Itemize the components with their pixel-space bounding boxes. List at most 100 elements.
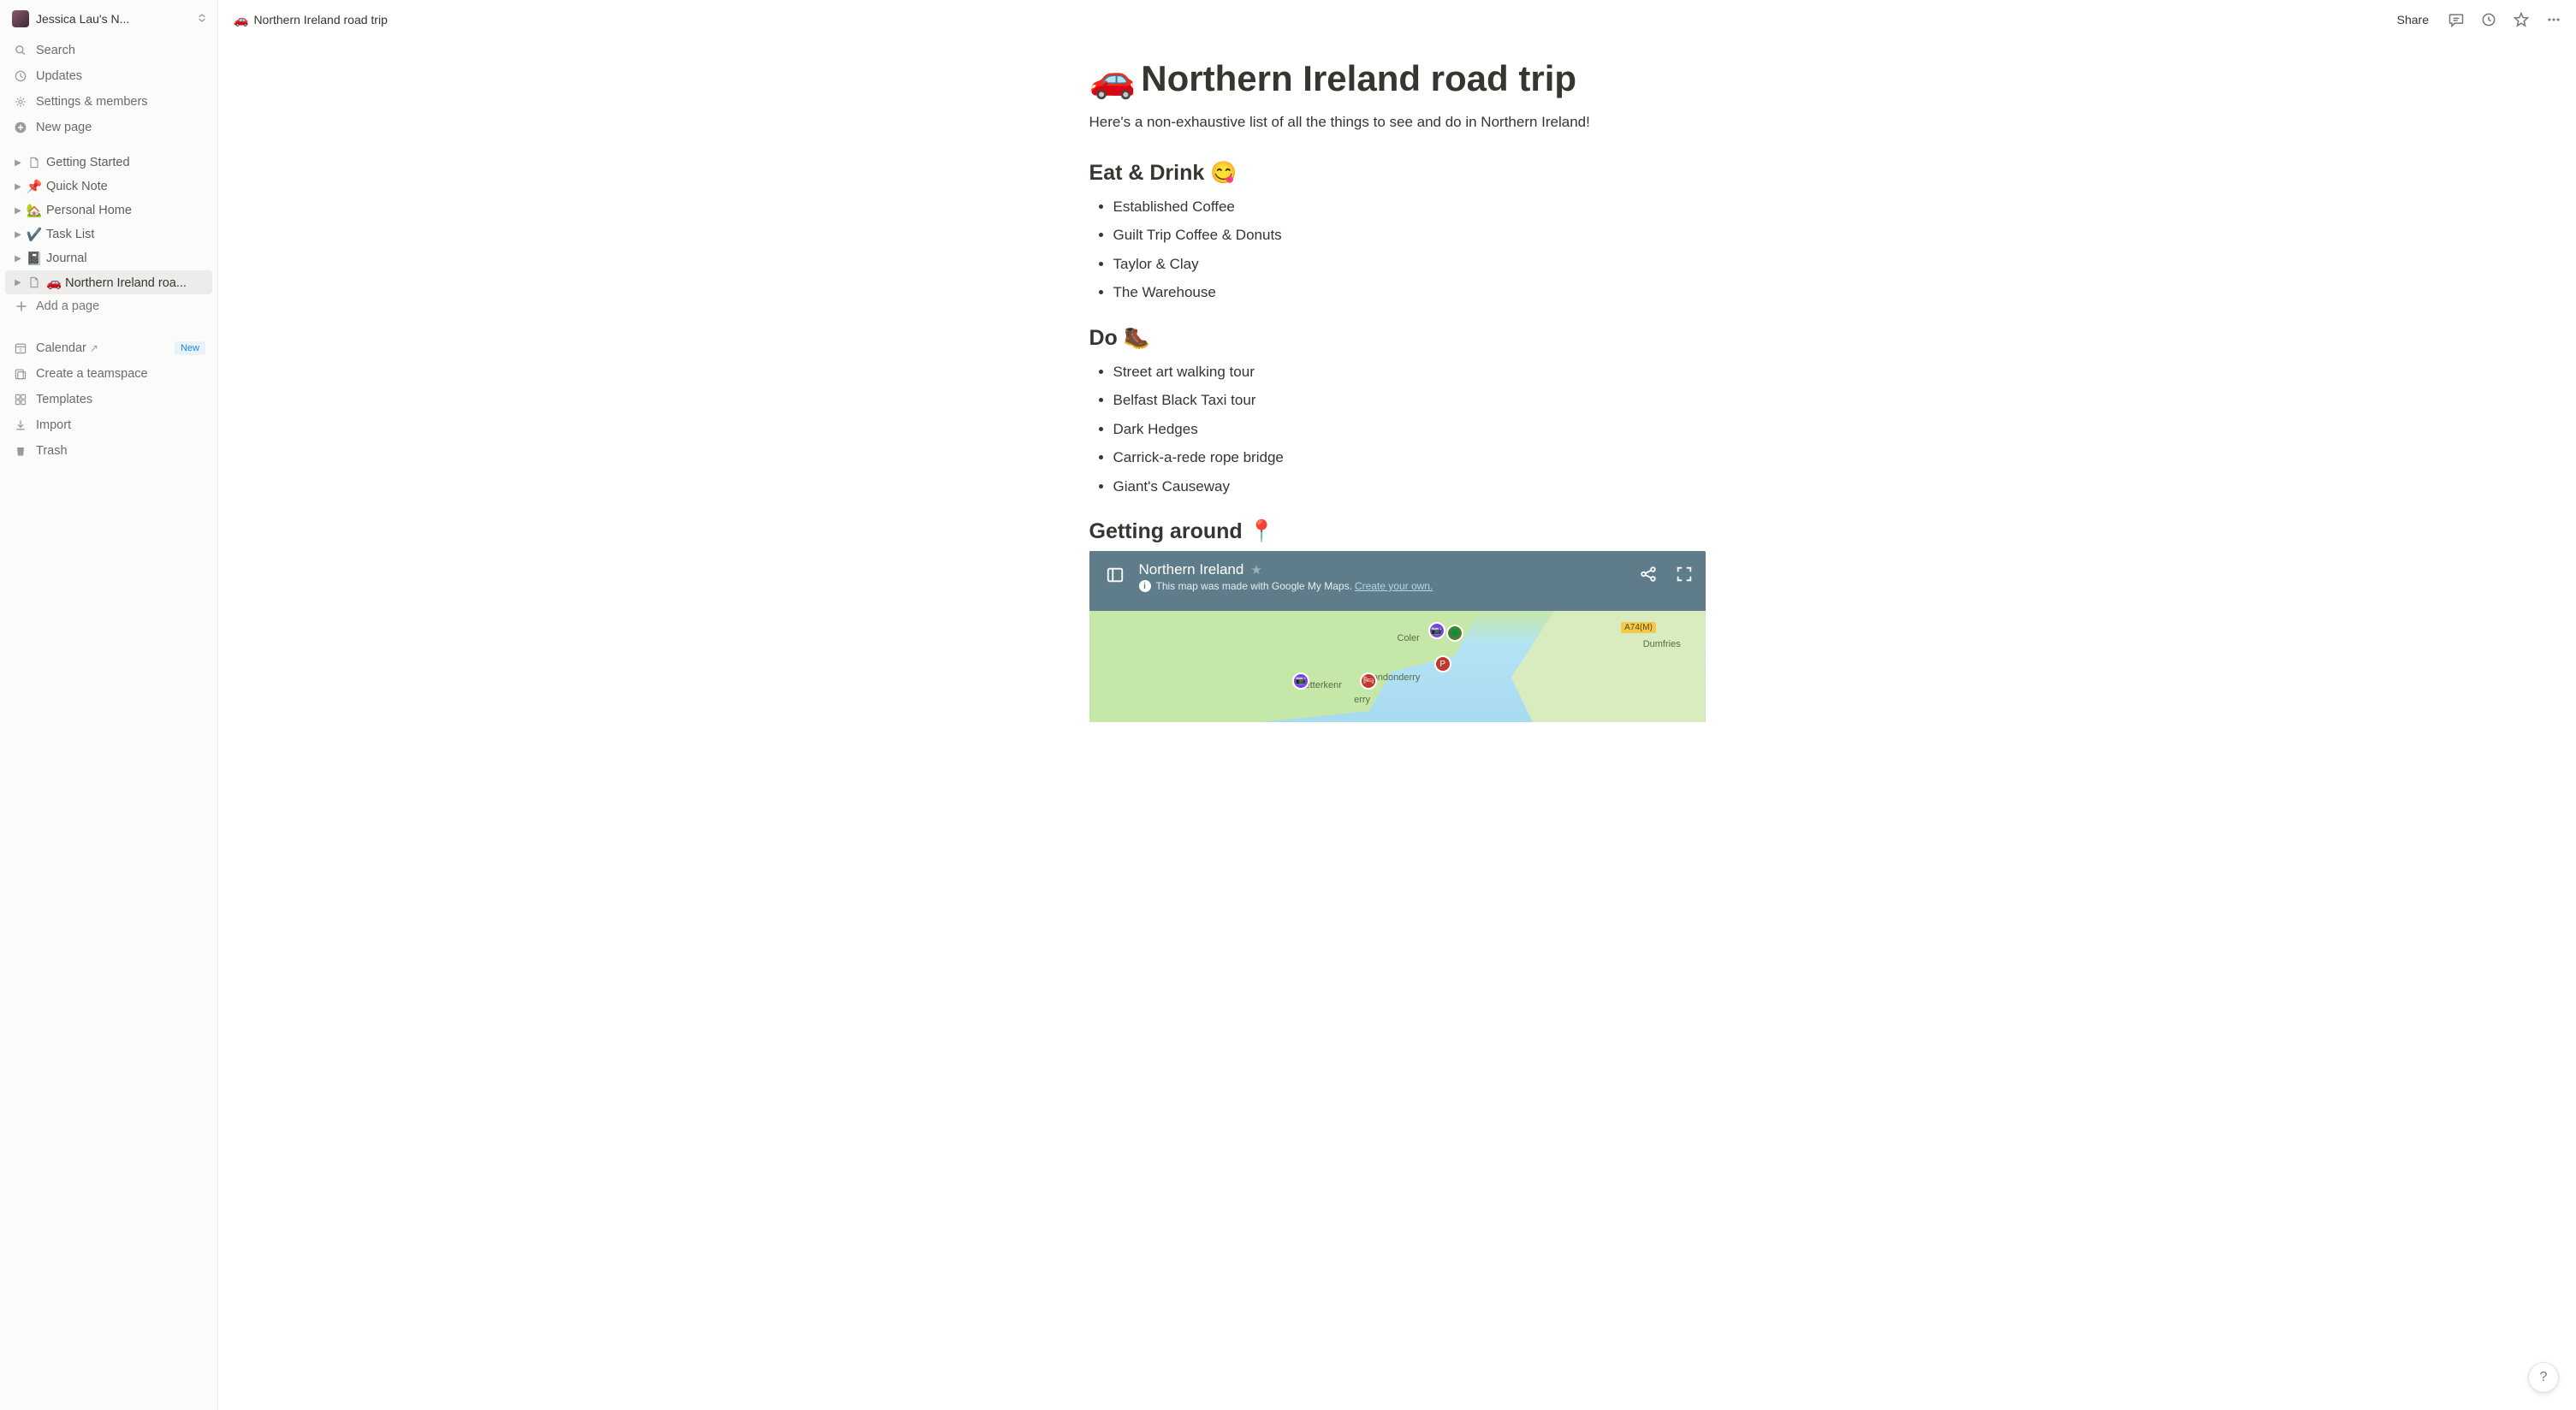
chevron-right-icon[interactable]: ▶ xyxy=(10,227,26,242)
teamspace-icon xyxy=(12,365,29,382)
list-item[interactable]: Street art walking tour xyxy=(1113,358,1706,387)
history-icon[interactable] xyxy=(2478,9,2499,30)
svg-text:5: 5 xyxy=(19,348,21,353)
import-icon xyxy=(12,417,29,434)
search-label: Search xyxy=(36,44,205,57)
map-road-label: A74(M) xyxy=(1621,622,1656,633)
document-icon xyxy=(26,154,43,171)
plus-icon xyxy=(14,299,29,314)
chevron-right-icon[interactable]: ▶ xyxy=(10,155,26,170)
section-heading-eat[interactable]: Eat & Drink 😋 xyxy=(1089,161,1706,186)
map-label: Dumfries xyxy=(1643,639,1681,649)
sidebar-page-quick-note[interactable]: ▶ 📌 Quick Note xyxy=(5,175,212,198)
add-page-button[interactable]: Add a page xyxy=(5,294,212,318)
calendar-button[interactable]: 5 Calendar↗ New xyxy=(5,335,212,361)
map-pin-parking-icon[interactable]: P xyxy=(1434,655,1451,672)
house-emoji-icon: 🏡 xyxy=(26,202,43,219)
star-icon[interactable] xyxy=(2511,9,2531,30)
switcher-icon xyxy=(197,13,207,26)
sidebar: Jessica Lau's N... Search Updates xyxy=(0,0,218,1410)
teamspace-label: Create a teamspace xyxy=(36,367,205,381)
share-button[interactable]: Share xyxy=(2392,9,2434,30)
list-item[interactable]: Guilt Trip Coffee & Donuts xyxy=(1113,221,1706,250)
map-fullscreen-icon[interactable] xyxy=(1675,565,1694,584)
workspace-switcher[interactable]: Jessica Lau's N... xyxy=(0,7,217,36)
page-subtitle[interactable]: Here's a non-exhaustive list of all the … xyxy=(1089,111,1706,133)
map-pin-camera-icon[interactable]: 📷 xyxy=(1292,672,1309,690)
chevron-right-icon[interactable]: ▶ xyxy=(10,275,26,290)
map-title: Northern Ireland ★ xyxy=(1139,561,1639,578)
notebook-emoji-icon: 📓 xyxy=(26,250,43,267)
import-button[interactable]: Import xyxy=(5,412,212,438)
pages-list: ▶ Getting Started ▶ 📌 Quick Note ▶ 🏡 Per… xyxy=(0,142,217,320)
chevron-right-icon[interactable]: ▶ xyxy=(10,251,26,266)
more-icon[interactable] xyxy=(2543,9,2564,30)
map-pin-lodging-icon[interactable]: 🛏 xyxy=(1360,672,1377,690)
clock-icon xyxy=(12,68,29,85)
calendar-icon: 5 xyxy=(12,340,29,357)
search-icon xyxy=(12,42,29,59)
map-create-link[interactable]: Create your own. xyxy=(1355,580,1433,592)
list-item[interactable]: Taylor & Clay xyxy=(1113,250,1706,279)
sidebar-page-journal[interactable]: ▶ 📓 Journal xyxy=(5,246,212,270)
list-item[interactable]: Giant's Causeway xyxy=(1113,472,1706,501)
sidebar-page-task-list[interactable]: ▶ ✔️ Task List xyxy=(5,222,212,246)
import-label: Import xyxy=(36,418,205,432)
new-badge: New xyxy=(175,341,205,355)
page-title[interactable]: 🚗 Northern Ireland road trip xyxy=(1089,56,1706,101)
arrow-ne-icon: ↗ xyxy=(90,342,98,354)
updates-label: Updates xyxy=(36,69,205,83)
sidebar-page-personal-home[interactable]: ▶ 🏡 Personal Home xyxy=(5,198,212,222)
map-pin-tree-icon[interactable]: 🌲 xyxy=(1446,625,1463,642)
map-share-icon[interactable] xyxy=(1639,565,1658,584)
list-item[interactable]: Established Coffee xyxy=(1113,193,1706,222)
updates-button[interactable]: Updates xyxy=(5,63,212,89)
title-emoji: 🚗 xyxy=(1089,56,1137,101)
chevron-right-icon[interactable]: ▶ xyxy=(10,203,26,218)
trash-label: Trash xyxy=(36,444,205,458)
info-icon: i xyxy=(1139,580,1151,592)
map-label: erry xyxy=(1354,695,1370,705)
main-area: 🚗 Northern Ireland road trip Share xyxy=(218,0,2576,1410)
add-page-label: Add a page xyxy=(36,299,99,313)
list-item[interactable]: Dark Hedges xyxy=(1113,415,1706,444)
map-header: Northern Ireland ★ i This map was made w… xyxy=(1089,551,1706,595)
check-emoji-icon: ✔️ xyxy=(26,226,43,243)
sidebar-page-getting-started[interactable]: ▶ Getting Started xyxy=(5,151,212,175)
section-heading-getting-around[interactable]: Getting around 📍 xyxy=(1089,519,1706,544)
map-embed[interactable]: Northern Ireland ★ i This map was made w… xyxy=(1089,551,1706,722)
page-content: 🚗 Northern Ireland road trip Here's a no… xyxy=(218,39,2576,1410)
plus-circle-icon xyxy=(12,119,29,136)
templates-button[interactable]: Templates xyxy=(5,387,212,412)
gear-icon xyxy=(12,93,29,110)
map-star-icon[interactable]: ★ xyxy=(1250,562,1261,578)
comments-icon[interactable] xyxy=(2446,9,2466,30)
title-text: Northern Ireland road trip xyxy=(1141,57,1576,100)
templates-icon xyxy=(12,391,29,408)
settings-button[interactable]: Settings & members xyxy=(5,89,212,115)
list-item[interactable]: Belfast Black Taxi tour xyxy=(1113,386,1706,415)
teamspace-button[interactable]: Create a teamspace xyxy=(5,361,212,387)
templates-label: Templates xyxy=(36,393,205,406)
list-do: Street art walking tour Belfast Black Ta… xyxy=(1089,358,1706,501)
breadcrumb[interactable]: 🚗 Northern Ireland road trip xyxy=(234,13,388,27)
list-item[interactable]: The Warehouse xyxy=(1113,278,1706,307)
document-icon xyxy=(26,274,43,291)
trash-button[interactable]: Trash xyxy=(5,438,212,464)
sidebar-page-road-trip[interactable]: ▶ 🚗 Northern Ireland roa... xyxy=(5,270,212,294)
map-body[interactable]: Coler Dumfries etterkenr ondonderry erry… xyxy=(1089,611,1706,722)
settings-label: Settings & members xyxy=(36,95,205,109)
search-button[interactable]: Search xyxy=(5,38,212,63)
map-sidebar-button[interactable] xyxy=(1101,561,1129,589)
help-button[interactable]: ? xyxy=(2528,1362,2559,1393)
map-pin-camera-icon[interactable]: 📷 xyxy=(1428,622,1445,639)
breadcrumb-emoji: 🚗 xyxy=(234,13,248,27)
section-heading-do[interactable]: Do 🥾 xyxy=(1089,326,1706,351)
chevron-right-icon[interactable]: ▶ xyxy=(10,179,26,194)
trash-icon xyxy=(12,442,29,459)
new-page-button[interactable]: New page xyxy=(5,115,212,140)
list-item[interactable]: Carrick-a-rede rope bridge xyxy=(1113,443,1706,472)
avatar xyxy=(12,10,29,27)
map-label: ondonderry xyxy=(1373,672,1421,683)
topbar: 🚗 Northern Ireland road trip Share xyxy=(218,0,2576,39)
